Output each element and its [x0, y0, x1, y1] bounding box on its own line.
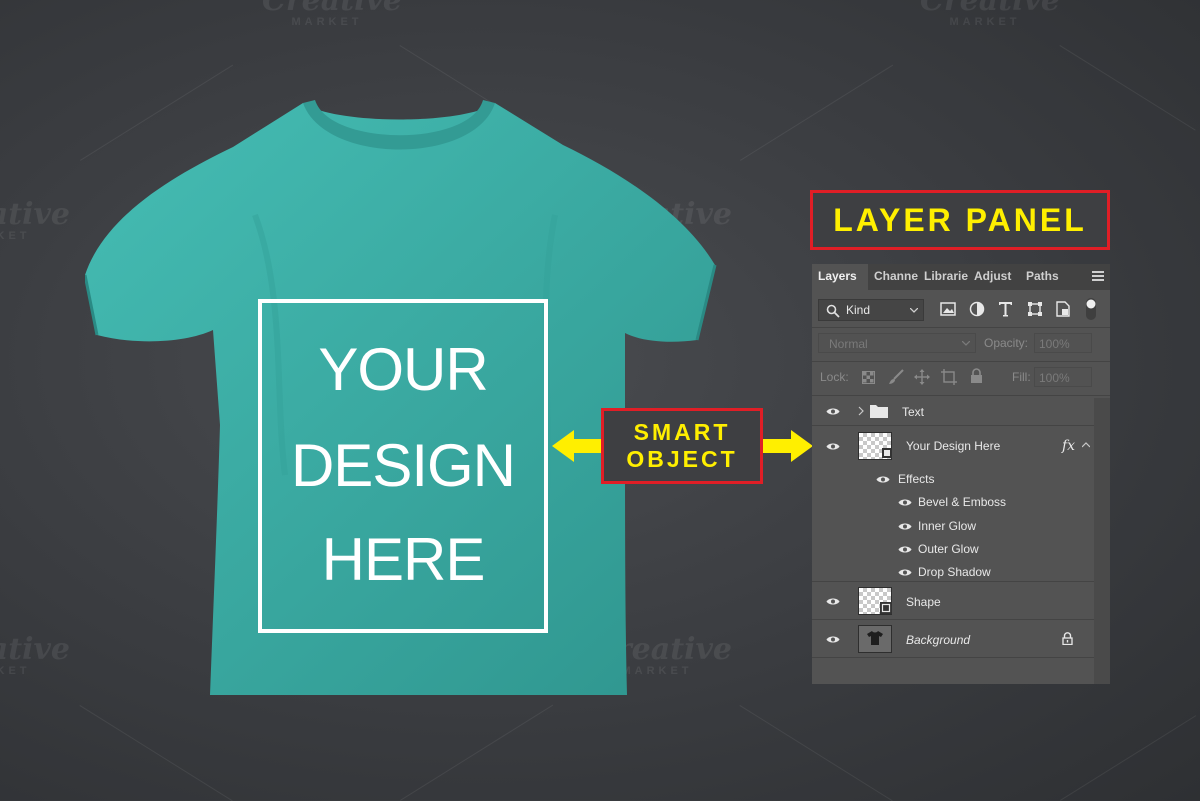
layer-row-shape[interactable]: Shape	[812, 582, 1094, 620]
folder-icon	[870, 405, 888, 418]
filter-image-icon[interactable]	[940, 302, 956, 316]
filter-toggle-icon[interactable]	[1085, 297, 1097, 321]
layer-panel-callout: LAYER PANEL	[810, 190, 1110, 250]
filter-shape-icon[interactable]	[1027, 301, 1043, 317]
lock-all-icon[interactable]	[970, 368, 983, 384]
visibility-eye-icon[interactable]	[826, 442, 840, 451]
effect-outer-glow[interactable]: Outer Glow	[918, 542, 979, 556]
chevron-up-icon[interactable]	[1082, 442, 1090, 448]
panel-divider	[812, 361, 1110, 362]
filter-text-icon[interactable]	[998, 301, 1013, 317]
opacity-input[interactable]: 100%	[1034, 333, 1092, 353]
visibility-eye-icon[interactable]	[826, 407, 840, 416]
shape-badge-icon	[880, 602, 892, 614]
arrow-left-icon	[552, 430, 602, 462]
watermark-brand: Creative	[920, 0, 1060, 18]
panel-tab-bar: Layers Channe Librarie Adjust Paths	[812, 264, 1110, 290]
design-text-line-3: HERE	[321, 526, 486, 593]
tshirt-thumbnail-icon	[867, 631, 883, 645]
design-text-line-2: DESIGN	[290, 432, 516, 499]
watermark-line	[79, 705, 233, 801]
chevron-down-icon	[962, 341, 970, 346]
design-text-line-1: YOUR	[318, 336, 488, 403]
watermark-sub: MARKET	[0, 230, 31, 242]
tab-adjustments[interactable]: Adjust	[968, 264, 1020, 290]
effect-bevel-emboss[interactable]: Bevel & Emboss	[918, 495, 1006, 509]
lock-transparent-icon[interactable]	[862, 371, 875, 384]
watermark-top-right: Creative MARKET	[920, 0, 1060, 28]
effects-label: Effects	[898, 472, 935, 486]
watermark-mid-left: CreativeMARKET	[0, 197, 70, 243]
layer-row-text-group[interactable]: Text	[812, 396, 1094, 426]
visibility-eye-icon[interactable]	[876, 475, 890, 484]
smart-object-callout-line-1: SMART	[633, 419, 731, 445]
layers-scrollbar[interactable]	[1094, 398, 1110, 684]
watermark-sub: MARKET	[291, 16, 363, 28]
watermark-line	[739, 705, 893, 801]
fill-label: Fill:	[1012, 370, 1031, 384]
watermark-top-left: Creative MARKET	[262, 0, 402, 28]
effect-drop-shadow[interactable]: Drop Shadow	[918, 565, 991, 579]
filter-kind-dropdown[interactable]: Kind	[818, 299, 924, 321]
watermark-sub: MARKET	[0, 665, 31, 677]
fill-input[interactable]: 100%	[1034, 367, 1092, 387]
watermark-brand: Creative	[0, 197, 70, 232]
chevron-right-icon[interactable]	[858, 406, 864, 416]
panel-divider	[812, 327, 1110, 328]
watermark-bottom-left: CreativeMARKET	[0, 632, 70, 678]
lock-icon	[1062, 632, 1073, 645]
visibility-eye-icon[interactable]	[826, 597, 840, 606]
visibility-eye-icon[interactable]	[898, 568, 912, 577]
visibility-eye-icon[interactable]	[898, 498, 912, 507]
smart-object-callout: SMART OBJECT	[601, 408, 763, 484]
layer-name-smart: Your Design Here	[906, 439, 1001, 453]
filter-adjustment-icon[interactable]	[969, 301, 985, 317]
tab-channels[interactable]: Channe	[868, 264, 918, 290]
arrow-right-icon	[763, 430, 813, 462]
tab-libraries[interactable]: Librarie	[918, 264, 968, 290]
layer-name-text: Text	[902, 405, 925, 419]
chevron-down-icon	[910, 308, 918, 313]
watermark-brand: Creative	[262, 0, 402, 18]
fx-badge: fx	[1062, 438, 1076, 454]
visibility-eye-icon[interactable]	[898, 522, 912, 531]
search-icon	[826, 304, 840, 318]
layer-row-background[interactable]: Background	[812, 620, 1094, 658]
panel-menu-icon[interactable]	[1092, 271, 1104, 281]
layer-name-shape: Shape	[906, 595, 941, 609]
smart-object-callout-line-2: OBJECT	[626, 446, 738, 472]
watermark-line	[1060, 715, 1197, 801]
filter-kind-label: Kind	[846, 303, 871, 317]
visibility-eye-icon[interactable]	[826, 635, 840, 644]
filter-smart-object-icon[interactable]	[1056, 301, 1070, 317]
watermark-sub: MARKET	[949, 16, 1021, 28]
watermark-line	[400, 704, 554, 801]
smart-object-badge-icon	[882, 448, 892, 458]
watermark-line	[740, 64, 894, 161]
lock-label: Lock:	[820, 370, 849, 384]
tab-paths[interactable]: Paths	[1020, 264, 1066, 290]
lock-artboard-icon[interactable]	[941, 369, 957, 385]
layers-panel: Layers Channe Librarie Adjust Paths Kind…	[812, 264, 1110, 684]
layer-name-background: Background	[906, 633, 971, 647]
opacity-label: Opacity:	[984, 336, 1029, 350]
visibility-eye-icon[interactable]	[898, 545, 912, 554]
watermark-brand: Creative	[0, 632, 70, 667]
layer-row-smart-object[interactable]: Your Design Here fx Effects Bevel & Embo…	[812, 426, 1094, 582]
blend-mode-value: Normal	[829, 337, 868, 351]
lock-brush-icon[interactable]	[888, 369, 904, 385]
effect-inner-glow[interactable]: Inner Glow	[918, 519, 976, 533]
watermark-line	[1059, 45, 1196, 131]
blend-mode-dropdown[interactable]: Normal	[818, 333, 976, 353]
lock-move-icon[interactable]	[914, 369, 930, 385]
tab-layers[interactable]: Layers	[812, 264, 868, 290]
